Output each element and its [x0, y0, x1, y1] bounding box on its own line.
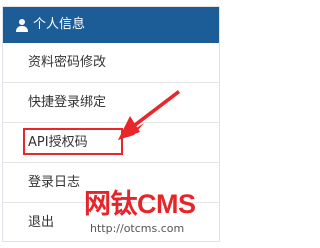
user-icon	[16, 19, 28, 32]
menu-item-label: 快捷登录绑定	[28, 95, 107, 110]
account-menu: 资料密码修改 快捷登录绑定 API授权码 登录日志 退出	[3, 43, 219, 241]
personal-info-panel: 个人信息 资料密码修改 快捷登录绑定 API授权码 登录日志 退出	[2, 6, 220, 242]
panel-header: 个人信息	[3, 7, 219, 43]
menu-item-label: 登录日志	[28, 175, 81, 190]
menu-item-quick-login-binding[interactable]: 快捷登录绑定	[3, 83, 219, 123]
menu-item-login-log[interactable]: 登录日志	[3, 163, 219, 203]
panel-title: 个人信息	[33, 17, 86, 32]
menu-item-api-auth-code[interactable]: API授权码	[3, 123, 219, 163]
menu-item-logout[interactable]: 退出	[3, 203, 219, 241]
menu-item-profile-password[interactable]: 资料密码修改	[3, 43, 219, 83]
menu-item-label: 退出	[28, 215, 55, 230]
menu-item-label: 资料密码修改	[28, 55, 107, 70]
menu-item-label: API授权码	[28, 135, 88, 150]
